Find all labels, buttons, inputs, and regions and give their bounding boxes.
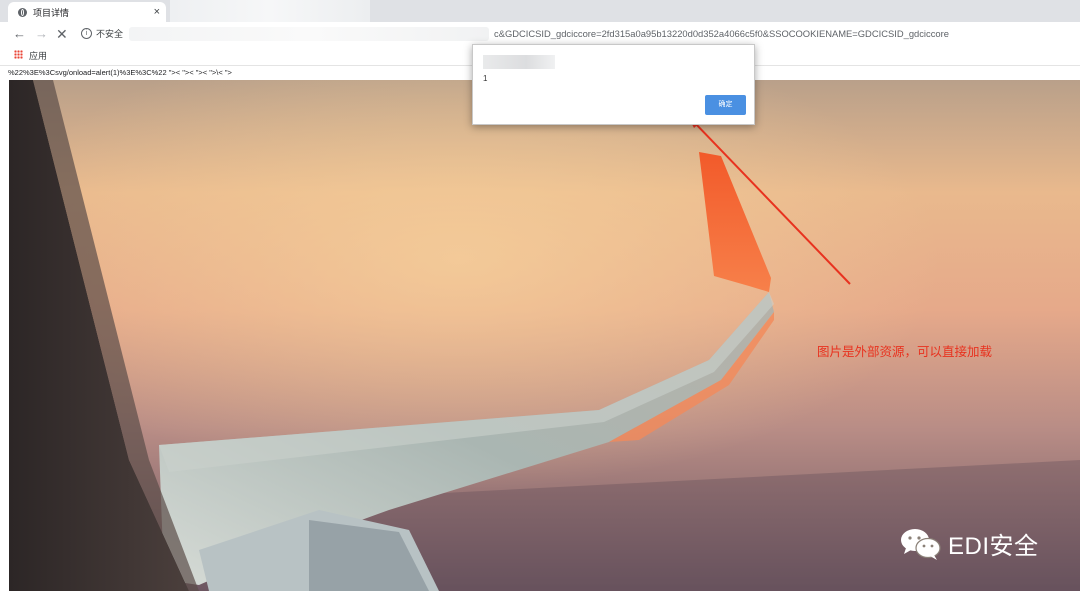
- watermark-text: EDI安全: [948, 533, 1039, 560]
- browser-toolbar: ← → ✕ i 不安全 c&GDCICSID_gdciccore=2fd315a…: [0, 22, 1080, 46]
- watermark: EDI安全: [900, 526, 1039, 561]
- wing-photo: [9, 80, 1080, 591]
- browser-tab[interactable]: 项目详情 ×: [8, 2, 166, 22]
- globe-icon: [18, 7, 27, 17]
- redacted-area: [170, 0, 370, 22]
- wechat-icon: [901, 528, 941, 560]
- external-image: [9, 80, 1080, 591]
- apps-grid-icon[interactable]: [14, 50, 23, 59]
- security-label[interactable]: 不安全: [96, 27, 123, 40]
- info-icon[interactable]: i: [81, 28, 92, 39]
- tab-title: 项目详情: [33, 7, 70, 18]
- stop-icon[interactable]: ✕: [56, 25, 68, 43]
- back-arrow-icon[interactable]: ←: [13, 25, 26, 43]
- annotation-text: 图片是外部资源，可以直接加载: [817, 345, 993, 359]
- alert-message: 1: [483, 74, 488, 83]
- forward-arrow-icon[interactable]: →: [35, 25, 48, 43]
- tab-strip: 项目详情 ×: [0, 0, 1080, 22]
- address-bar[interactable]: i 不安全 c&GDCICSID_gdciccore=2fd315a0a95b1…: [74, 24, 1074, 44]
- payload-text: %22%3E%3Csvg/onload=alert(1)%3E%3C%22 ">…: [8, 68, 232, 77]
- redacted-url: [129, 27, 489, 41]
- close-icon[interactable]: ×: [154, 6, 160, 18]
- url-text[interactable]: c&GDCICSID_gdciccore=2fd315a0a95b13220d0…: [494, 28, 949, 39]
- ok-button[interactable]: 确定: [705, 95, 746, 115]
- alert-dialog: 1 确定: [472, 44, 755, 125]
- redacted-dialog-title: [483, 55, 555, 69]
- apps-bookmark[interactable]: 应用: [29, 49, 47, 62]
